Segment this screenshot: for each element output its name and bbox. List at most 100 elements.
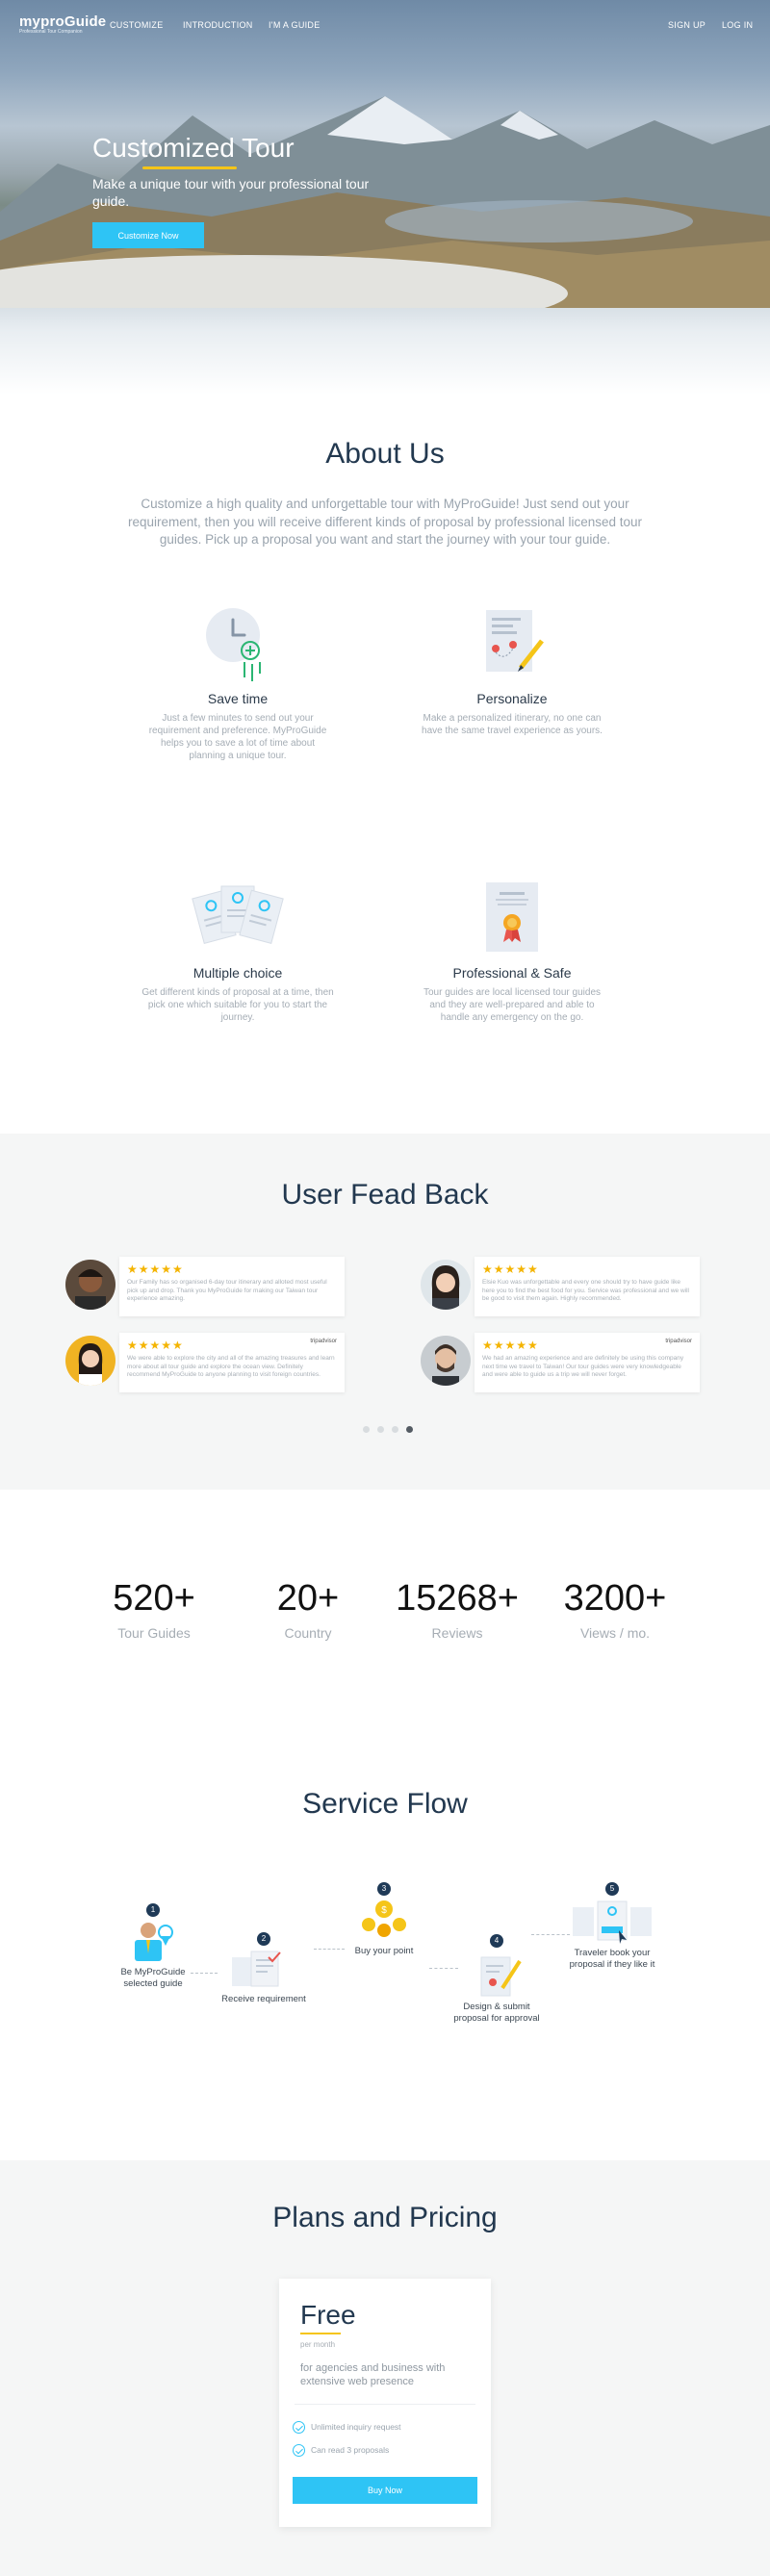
step-number: 5	[605, 1882, 619, 1896]
avatar	[421, 1336, 471, 1386]
carousel-dot[interactable]	[363, 1426, 370, 1433]
hero-subtitle: Make a unique tour with your professiona…	[92, 176, 370, 209]
review-card: ★★★★★ tripadvisor We were able to explor…	[65, 1333, 422, 1392]
about-description: Customize a high quality and unforgettab…	[127, 497, 643, 547]
divider	[295, 2404, 475, 2405]
avatar	[65, 1260, 116, 1310]
requirement-icon	[232, 1951, 281, 1987]
feature-multiple-choice: Multiple choice Get different kinds of p…	[141, 880, 334, 1024]
tripadvisor-logo: tripadvisor	[310, 1339, 337, 1344]
feature-save-time: Save time Just a few minutes to send out…	[141, 606, 334, 762]
rating-stars: ★★★★★	[127, 1339, 184, 1352]
feature-text: Just a few minutes to send out your requ…	[148, 713, 327, 761]
step-number: 1	[146, 1903, 160, 1917]
plan-name: Free	[300, 2300, 356, 2330]
design-proposal-icon	[480, 1956, 522, 1997]
review-card: ★★★★★ Elsie Kuo was unforgettable and ev…	[421, 1257, 770, 1316]
nav-link-introduction[interactable]: INTRODUCTION	[183, 20, 253, 30]
buy-now-button[interactable]: Buy Now	[293, 2477, 477, 2504]
check-icon	[293, 2421, 305, 2434]
feature-title: Personalize	[476, 691, 548, 706]
svg-text:$: $	[381, 1905, 387, 1916]
review-text: We were able to explore the city and all…	[127, 1355, 335, 1378]
feature-text: Make a personalized itinerary, no one ca…	[422, 713, 603, 736]
feature-title: Multiple choice	[192, 965, 283, 981]
service-flow-title: Service Flow	[302, 1788, 468, 1820]
carousel-dot-active[interactable]	[406, 1426, 413, 1433]
top-navigation: myproGuide Professional Tour Companion C…	[0, 0, 770, 50]
stat-label: Tour Guides	[117, 1625, 191, 1641]
flow-connector	[314, 1949, 345, 1950]
plan-feature: Unlimited inquiry request	[293, 2421, 401, 2434]
review-content: ★★★★★ Elsie Kuo was unforgettable and ev…	[475, 1257, 700, 1316]
carousel-dot[interactable]	[377, 1426, 384, 1433]
nav-link-log-in[interactable]: LOG IN	[722, 20, 753, 30]
feedback-title: User Fead Back	[281, 1179, 489, 1211]
plan-feature: Can read 3 proposals	[293, 2444, 389, 2457]
stat-views: 3200+ Views / mo.	[533, 1578, 697, 1641]
pricing-card-free: Free per month for agencies and business…	[279, 2279, 491, 2527]
booking-icon	[573, 1900, 652, 1944]
step-label: Traveler book your proposal if they like…	[569, 1948, 655, 1970]
carousel-dot[interactable]	[392, 1426, 398, 1433]
step-number: 4	[490, 1934, 503, 1948]
logo[interactable]: myproGuide	[19, 13, 106, 30]
review-text: We had an amazing experience and are def…	[482, 1355, 684, 1378]
feature-title: Save time	[207, 691, 269, 706]
proposals-icon	[185, 880, 291, 957]
feature-text: Tour guides are local licensed tour guid…	[424, 987, 601, 1023]
certificate-icon	[478, 880, 546, 957]
nav-link-sign-up[interactable]: SIGN UP	[668, 20, 706, 30]
review-text: Elsie Kuo was unforgettable and every on…	[482, 1279, 689, 1302]
avatar	[421, 1260, 471, 1310]
nav-link-customize[interactable]: CUSTOMIZE	[110, 20, 164, 30]
stat-label: Reviews	[431, 1625, 483, 1641]
rating-stars: ★★★★★	[127, 1262, 184, 1276]
hero-title: Customized Tour	[92, 133, 295, 163]
plan-feature-label: Unlimited inquiry request	[311, 2421, 401, 2432]
review-card: ★★★★★ Our Family has so organised 6-day …	[65, 1257, 422, 1316]
feature-text: Get different kinds of proposal at a tim…	[141, 987, 334, 1023]
nav-link-im-a-guide[interactable]: I'M A GUIDE	[269, 20, 321, 30]
flow-step-4: 4 Design & submit proposal for approval	[449, 1934, 545, 2025]
rating-stars: ★★★★★	[482, 1262, 539, 1276]
avatar	[65, 1336, 116, 1386]
check-icon	[293, 2444, 305, 2457]
flow-step-1: 1 Be MyProGuide selected guide	[112, 1903, 194, 1990]
plan-description: for agencies and business with extensive…	[300, 2362, 446, 2387]
pricing-title: Plans and Pricing	[272, 2202, 498, 2233]
flow-step-5: 5 Traveler book your proposal if they li…	[558, 1882, 666, 1971]
review-content: ★★★★★ tripadvisor We were able to explor…	[119, 1333, 345, 1392]
flow-step-3: 3 $ Buy your point	[343, 1882, 425, 1957]
feature-personalize: Personalize Make a personalized itinerar…	[416, 606, 608, 737]
review-card: ★★★★★ tripadvisor We had an amazing expe…	[421, 1333, 770, 1392]
review-text: Our Family has so organised 6-day tour i…	[127, 1279, 327, 1302]
flow-step-2: 2 Receive requirement	[214, 1932, 314, 2005]
map-pencil-icon	[478, 606, 546, 683]
coins-icon: $	[362, 1900, 406, 1937]
step-number: 3	[377, 1882, 391, 1896]
feature-title: Professional & Safe	[452, 965, 572, 981]
review-content: ★★★★★ tripadvisor We had an amazing expe…	[475, 1333, 700, 1392]
logo-tagline: Professional Tour Companion	[19, 29, 83, 35]
stat-label: Country	[284, 1625, 332, 1641]
step-label: Be MyProGuide selected guide	[120, 1967, 186, 1989]
customize-now-button[interactable]: Customize Now	[92, 222, 204, 248]
stat-number: 3200+	[563, 1578, 667, 1619]
clock-icon	[204, 606, 271, 683]
about-title: About Us	[325, 438, 445, 470]
stat-reviews: 15268+ Reviews	[375, 1578, 539, 1641]
review-content: ★★★★★ Our Family has so organised 6-day …	[119, 1257, 345, 1316]
stat-number: 15268+	[396, 1578, 519, 1619]
plan-name-underline	[300, 2333, 341, 2334]
step-number: 2	[257, 1932, 270, 1946]
step-label: Receive requirement	[221, 1994, 306, 2004]
feature-professional-safe: Professional & Safe Tour guides are loca…	[416, 880, 608, 1024]
stat-number: 20+	[276, 1578, 340, 1619]
plan-period: per month	[300, 2340, 336, 2349]
stat-number: 520+	[113, 1578, 195, 1619]
plan-feature-label: Can read 3 proposals	[311, 2444, 390, 2455]
rating-stars: ★★★★★	[482, 1339, 539, 1352]
stat-label: Views / mo.	[579, 1625, 651, 1641]
step-label: Buy your point	[354, 1946, 414, 1956]
